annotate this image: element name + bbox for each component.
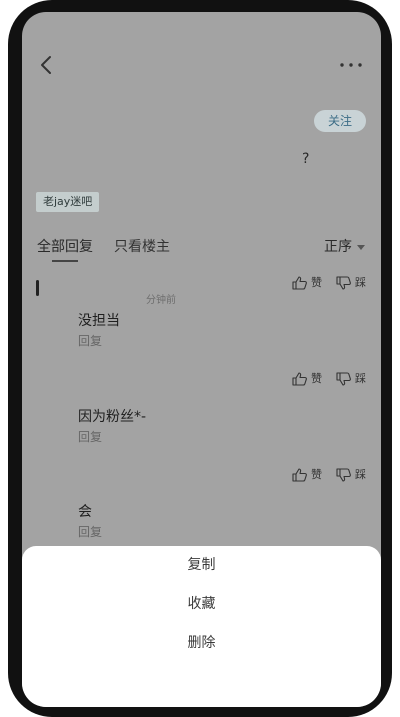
- thumbs-up-icon: [292, 468, 307, 482]
- dislike-button[interactable]: 踩: [336, 276, 370, 290]
- comment-text: 会: [78, 504, 92, 520]
- thumbs-down-icon: [336, 276, 351, 290]
- thumbs-down-icon: [336, 468, 351, 482]
- thumbs-up-icon: [292, 276, 307, 290]
- sort-button[interactable]: 正序: [324, 236, 365, 256]
- back-icon[interactable]: [34, 52, 60, 78]
- like-label: 赞: [311, 468, 322, 481]
- caret-down-icon: [357, 244, 365, 250]
- like-label: 赞: [311, 276, 322, 289]
- sort-label: 正序: [324, 239, 352, 255]
- action-sheet: 复制 收藏 删除: [22, 546, 381, 707]
- dislike-button[interactable]: 踩: [336, 372, 370, 386]
- like-button[interactable]: 赞: [292, 468, 326, 482]
- dislike-label: 踩: [355, 276, 366, 289]
- tab-active-indicator: [52, 260, 78, 262]
- delete-option[interactable]: 删除: [22, 631, 381, 655]
- comment-text: 因为粉丝*-: [78, 409, 147, 425]
- forum-tag[interactable]: 老jay迷吧: [36, 192, 100, 212]
- tab-all-replies[interactable]: 全部回复: [37, 236, 93, 256]
- post-title-fragment: ?: [302, 151, 310, 167]
- copy-option[interactable]: 复制: [22, 553, 381, 577]
- dislike-button[interactable]: 踩: [336, 468, 370, 482]
- tab-owner-only[interactable]: 只看楼主: [114, 236, 170, 256]
- avatar[interactable]: [36, 280, 39, 296]
- screen: 关注 ? 老jay迷吧 全部回复 只看楼主 正序 分钟前 赞 踩 没担当 回复: [22, 12, 381, 707]
- like-label: 赞: [311, 372, 322, 385]
- thumbs-up-icon: [292, 372, 307, 386]
- dislike-label: 踩: [355, 372, 366, 385]
- like-button[interactable]: 赞: [292, 372, 326, 386]
- phone-frame: 关注 ? 老jay迷吧 全部回复 只看楼主 正序 分钟前 赞 踩 没担当 回复: [0, 0, 400, 717]
- post-time: 分钟前: [146, 295, 176, 306]
- reply-link[interactable]: 回复: [78, 332, 102, 349]
- favorite-option[interactable]: 收藏: [22, 592, 381, 616]
- like-button[interactable]: 赞: [292, 276, 326, 290]
- more-icon[interactable]: [338, 58, 364, 72]
- comment-text: 没担当: [78, 313, 120, 329]
- reply-link[interactable]: 回复: [78, 428, 102, 445]
- reply-link[interactable]: 回复: [78, 523, 102, 540]
- thumbs-down-icon: [336, 372, 351, 386]
- follow-button[interactable]: 关注: [314, 110, 366, 132]
- dislike-label: 踩: [355, 468, 366, 481]
